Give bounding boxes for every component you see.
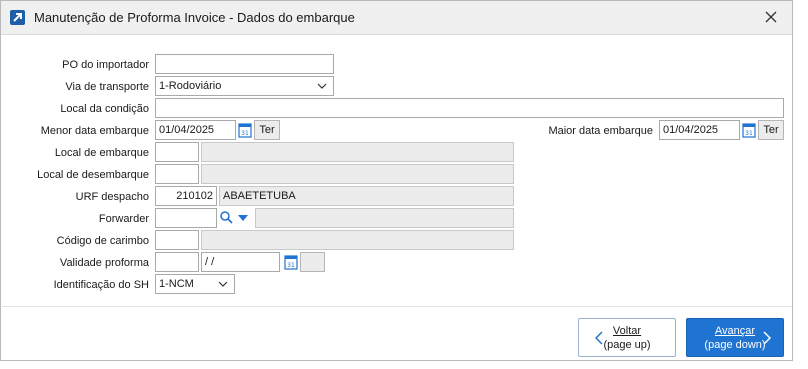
back-button-label: Voltar [612,325,642,337]
sh-select[interactable]: 1-NCM [155,274,235,294]
svg-text:31: 31 [745,130,753,137]
back-button-shortcut: (page up) [603,339,651,351]
title-bar: Manutenção de Proforma Invoice - Dados d… [1,1,792,35]
po-input[interactable] [155,54,334,74]
svg-text:31: 31 [287,262,295,269]
local-embarque-label: Local de embarque [54,147,149,159]
back-button[interactable]: Voltar (page up) [578,318,676,357]
validade-label: Validade proforma [59,257,149,269]
chevron-right-icon [763,331,771,345]
menor-data-input[interactable]: 01/04/2025 [155,120,236,140]
maior-data-day: Ter [758,120,784,140]
footer-divider [2,306,792,307]
menor-data-label: Menor data embarque [40,125,149,137]
validade-date-input[interactable]: / / [201,252,280,272]
dialog-window: Manutenção de Proforma Invoice - Dados d… [0,0,793,361]
local-desembarque-code-input[interactable] [155,164,199,184]
local-desembarque-desc [201,164,514,184]
local-desembarque-label: Local de desembarque [37,169,149,181]
close-icon [765,11,777,23]
urf-desc: ABAETETUBA [219,186,514,206]
maior-data-label: Maior data embarque [548,125,653,137]
forwarder-dropdown-icon[interactable] [237,213,249,223]
via-select-value: 1-Rodoviário [159,80,222,92]
svg-text:31: 31 [241,130,249,137]
local-condicao-label: Local da condição [60,103,149,115]
next-button[interactable]: Avançar (page down) [686,318,784,357]
calendar-icon[interactable]: 31 [284,254,298,270]
local-embarque-desc [201,142,514,162]
urf-label: URF despacho [75,191,149,203]
sh-select-value: 1-NCM [159,278,194,290]
menor-data-day: Ter [254,120,280,140]
app-arrow-icon [10,10,25,25]
chevron-down-icon [218,281,228,287]
validade-day [300,252,325,272]
forwarder-label: Forwarder [98,213,149,225]
forwarder-code-input[interactable] [155,208,217,228]
local-condicao-input[interactable] [155,98,784,118]
calendar-icon[interactable]: 31 [238,122,252,138]
close-button[interactable] [759,6,783,28]
maior-data-input[interactable]: 01/04/2025 [659,120,740,140]
local-embarque-code-input[interactable] [155,142,199,162]
forwarder-desc [255,208,514,228]
carimbo-label: Código de carimbo [56,235,149,247]
chevron-down-icon [317,83,327,89]
carimbo-code-input[interactable] [155,230,199,250]
search-icon[interactable] [219,210,233,224]
via-select[interactable]: 1-Rodoviário [155,76,334,96]
window-title: Manutenção de Proforma Invoice - Dados d… [34,10,355,25]
validade-days-input[interactable] [155,252,199,272]
via-label: Via de transporte [65,81,149,93]
po-label: PO do importador [62,59,149,71]
sh-label: Identificação do SH [53,279,149,291]
urf-code-input[interactable]: 210102 [155,186,217,206]
carimbo-desc [201,230,514,250]
calendar-icon[interactable]: 31 [742,122,756,138]
